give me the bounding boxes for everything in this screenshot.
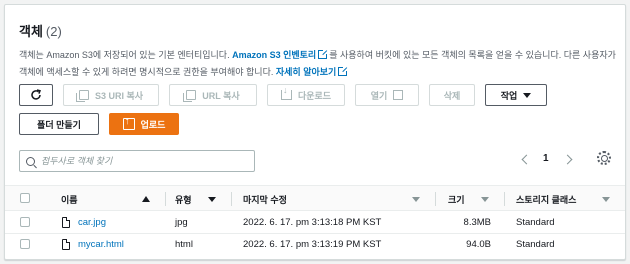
- download-label: 다운로드: [297, 90, 332, 101]
- object-storage-class: Standard: [516, 239, 555, 250]
- inventory-link[interactable]: Amazon S3 인벤토리: [232, 50, 316, 60]
- row-checkbox[interactable]: [20, 239, 30, 249]
- object-size: 8.3MB: [463, 217, 491, 228]
- upload-label: 업로드: [140, 119, 166, 130]
- object-last-modified: 2022. 6. 17. pm 3:13:18 PM KST: [243, 217, 382, 228]
- refresh-button[interactable]: [19, 84, 53, 106]
- object-count: (2): [45, 24, 62, 39]
- copy-icon: [75, 90, 89, 102]
- column-header-name[interactable]: 이름: [61, 193, 78, 206]
- current-page[interactable]: 1: [543, 153, 549, 164]
- next-page-icon[interactable]: [562, 154, 573, 165]
- open-label: 열기: [370, 90, 388, 101]
- upload-button[interactable]: 업로드: [109, 113, 179, 135]
- external-link-icon: [338, 66, 349, 76]
- object-type: html: [175, 239, 193, 250]
- actions-label: 작업: [500, 90, 518, 101]
- upload-icon: [122, 116, 135, 130]
- external-link-icon: [318, 49, 329, 59]
- file-icon: [62, 239, 70, 250]
- object-name-link[interactable]: car.jpg: [78, 217, 106, 228]
- column-header-last-modified[interactable]: 마지막 수정: [243, 193, 287, 206]
- copy-url-button[interactable]: URL 복사: [169, 84, 257, 106]
- description-text: 객체는 Amazon S3에 저장되어 있는 기본 엔터티입니다. Amazon…: [19, 47, 619, 81]
- page-title: 객체: [19, 24, 43, 39]
- download-icon: [280, 85, 292, 100]
- learn-more-link[interactable]: 자세히 알아보기: [276, 67, 336, 77]
- copy-icon: [183, 90, 197, 102]
- table-row[interactable]: car.jpg jpg 2022. 6. 17. pm 3:13:18 PM K…: [5, 212, 625, 234]
- copy-s3-uri-label: S3 URI 복사: [94, 90, 144, 101]
- gear-icon[interactable]: [597, 151, 611, 165]
- column-divider: [435, 192, 436, 206]
- panel-header: 객체 (2): [19, 21, 62, 40]
- row-checkbox[interactable]: [20, 217, 30, 227]
- column-header-storage-class[interactable]: 스토리지 클래스: [516, 193, 576, 206]
- open-button[interactable]: 열기: [355, 84, 419, 106]
- previous-page-icon[interactable]: [521, 154, 532, 165]
- table-row[interactable]: mycar.html html 2022. 6. 17. pm 3:13:19 …: [5, 234, 625, 256]
- sort-icon[interactable]: [481, 197, 489, 202]
- refresh-icon: [31, 89, 42, 100]
- object-name-link[interactable]: mycar.html: [78, 239, 124, 250]
- object-last-modified: 2022. 6. 17. pm 3:13:19 PM KST: [243, 239, 382, 250]
- sort-ascending-icon[interactable]: [142, 196, 150, 202]
- delete-button[interactable]: 삭제: [429, 84, 475, 106]
- sort-icon[interactable]: [602, 197, 610, 202]
- external-link-icon: [393, 90, 404, 100]
- delete-label: 삭제: [443, 90, 461, 101]
- sort-icon[interactable]: [208, 197, 216, 202]
- copy-s3-uri-button[interactable]: S3 URI 복사: [63, 84, 159, 106]
- caret-down-icon: [523, 92, 532, 98]
- search-input[interactable]: [41, 156, 231, 166]
- object-storage-class: Standard: [516, 217, 555, 228]
- search-box: [19, 150, 255, 172]
- column-divider: [231, 192, 232, 206]
- search-icon: [26, 156, 35, 166]
- column-header-size[interactable]: 크기: [448, 193, 465, 206]
- download-button[interactable]: 다운로드: [267, 84, 345, 106]
- actions-dropdown[interactable]: 작업: [485, 84, 547, 106]
- copy-url-label: URL 복사: [202, 90, 240, 101]
- create-folder-label: 폴더 만들기: [37, 119, 81, 130]
- object-type: jpg: [175, 217, 188, 228]
- column-divider: [504, 192, 505, 206]
- object-size: 94.0B: [466, 239, 491, 250]
- description-part-1: 객체는 Amazon S3에 저장되어 있는 기본 엔터티입니다.: [19, 50, 233, 60]
- objects-panel: 객체 (2) 객체는 Amazon S3에 저장되어 있는 기본 엔터티입니다. …: [4, 4, 626, 260]
- column-divider: [165, 192, 166, 206]
- file-icon: [62, 217, 70, 228]
- table-header: 이름 유형 마지막 수정 크기 스토리지 클래스: [5, 185, 625, 211]
- create-folder-button[interactable]: 폴더 만들기: [19, 113, 99, 135]
- sort-icon[interactable]: [412, 197, 420, 202]
- column-header-type[interactable]: 유형: [175, 193, 192, 206]
- select-all-checkbox[interactable]: [20, 193, 30, 203]
